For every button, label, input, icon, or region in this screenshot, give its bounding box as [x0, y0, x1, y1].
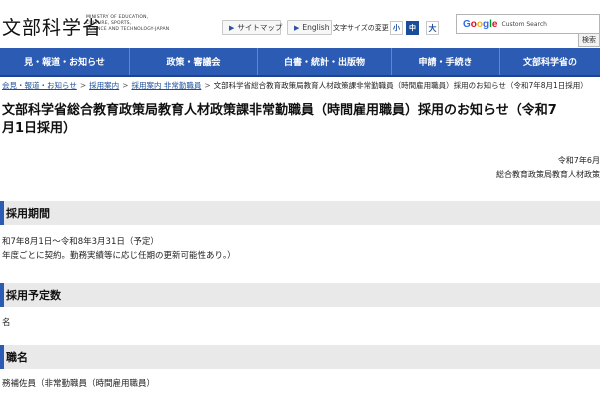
search-input[interactable]: Google Custom Search: [456, 14, 600, 34]
arrow-right-icon: ▶: [229, 23, 235, 32]
section-heading-position: 職名: [0, 345, 600, 369]
breadcrumb-separator-icon: >: [122, 81, 129, 90]
breadcrumb: 会見・報道・お知らせ > 採用案内 > 採用案内 非常勤職員 > 文部科学省総合教育政策局教…: [0, 80, 600, 94]
nav-item[interactable]: 白書・統計・出版物: [258, 48, 392, 75]
arrow-right-icon: ▶: [294, 23, 300, 32]
english-label: English: [302, 23, 330, 32]
publish-date: 令和7年6月: [557, 156, 600, 165]
breadcrumb-link[interactable]: 会見・報道・お知らせ: [2, 81, 77, 90]
period-note: 年度ごとに契約。勤務実績等に応じ任期の更新可能性あり。）: [2, 251, 236, 261]
nav-item[interactable]: 見・報道・お知らせ: [0, 48, 130, 75]
search-button[interactable]: 検索: [578, 33, 600, 47]
breadcrumb-link[interactable]: 採用案内 非常勤職員: [131, 81, 201, 90]
global-nav: 見・報道・お知らせ 政策・審議会 白書・統計・出版物 申請・手続き 文部科学省の: [0, 48, 600, 77]
count-text: 名: [2, 318, 11, 328]
position-text: 務補佐員（非常勤職員（時間雇用職員）: [2, 379, 156, 389]
font-size-small-button[interactable]: 小: [390, 21, 403, 35]
nav-item[interactable]: 政策・審議会: [130, 48, 258, 75]
site-header: 文部科学省 MINISTRY OF EDUCATION, CULTURE, SP…: [0, 0, 600, 48]
section-heading-count: 採用予定数: [0, 283, 600, 307]
breadcrumb-current: 文部科学省総合教育政策局教育人材政策課非常勤職員（時間雇用職員）採用のお知らせ（…: [213, 81, 588, 90]
font-size-large-button[interactable]: 大: [426, 21, 439, 35]
period-text: 和7年8月1日～令和8年3月31日（予定）: [2, 237, 159, 247]
font-size-label: 文字サイズの変更: [333, 24, 389, 32]
section-heading-period: 採用期間: [0, 201, 600, 225]
sitemap-button[interactable]: ▶ サイトマップ: [222, 20, 283, 35]
ministry-logo-subtitle: MINISTRY OF EDUCATION, CULTURE, SPORTS, …: [86, 15, 170, 32]
google-logo: Google: [463, 18, 498, 30]
sitemap-label: サイトマップ: [237, 23, 283, 32]
department-name: 総合教育政策局教育人材政策: [496, 170, 600, 179]
breadcrumb-separator-icon: >: [79, 81, 87, 90]
nav-item[interactable]: 申請・手続き: [392, 48, 500, 75]
breadcrumb-link[interactable]: 採用案内: [89, 81, 119, 90]
english-button[interactable]: ▶ English: [287, 20, 332, 35]
nav-item[interactable]: 文部科学省の: [500, 48, 600, 75]
font-size-medium-button[interactable]: 中: [406, 21, 419, 35]
breadcrumb-separator-icon: >: [204, 81, 211, 90]
page-title: 文部科学省総合教育政策局教育人材政策課非常勤職員（時間雇用職員）採用のお知らせ（…: [2, 103, 557, 136]
search-placeholder: Custom Search: [501, 20, 547, 28]
